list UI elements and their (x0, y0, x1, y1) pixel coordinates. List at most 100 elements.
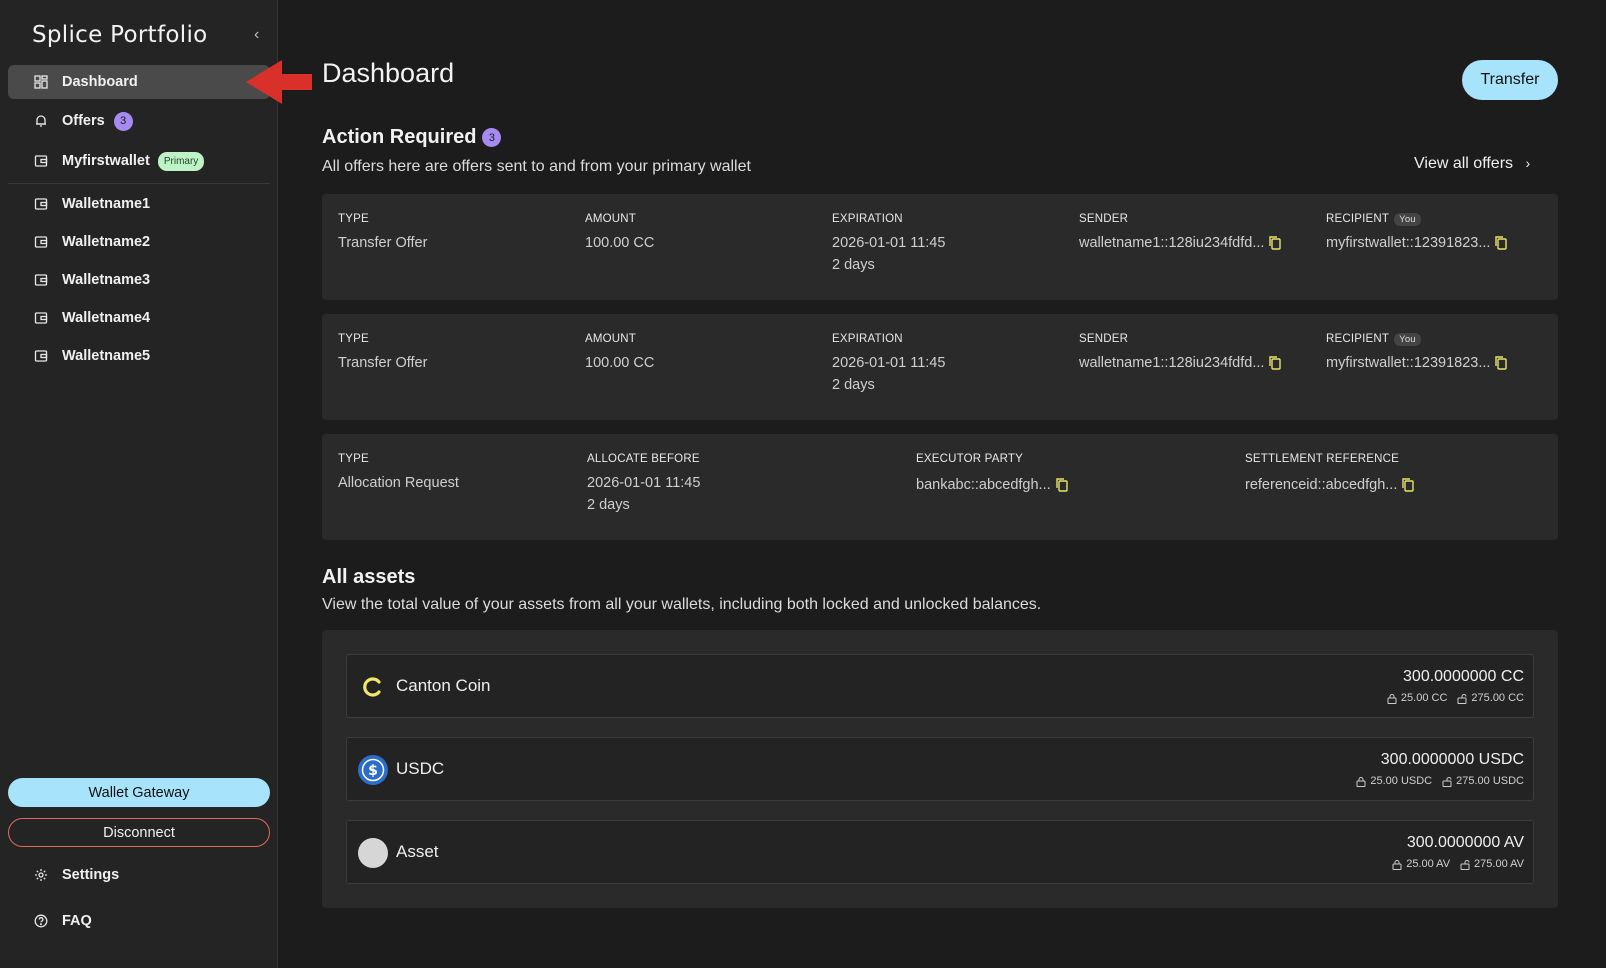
sidebar-item-walletname5[interactable]: Walletname5 (8, 339, 270, 373)
offer-card[interactable]: TYPE Transfer Offer AMOUNT 100.00 CC EXP… (322, 194, 1558, 300)
action-required-title: Action Required (322, 126, 477, 148)
sidebar-item-label: Settings (62, 867, 120, 883)
copy-icon[interactable] (1268, 235, 1282, 251)
allocation-type: TYPE Allocation Request (338, 453, 459, 491)
svg-text:$: $ (368, 763, 378, 779)
action-required-subtitle: All offers here are offers sent to and f… (322, 158, 751, 175)
sidebar-item-myfirstwallet[interactable]: Myfirstwallet Primary (8, 144, 270, 178)
offer-expiration: EXPIRATION 2026-01-01 11:45 2 days (832, 213, 946, 273)
chevron-right-icon: › (1525, 155, 1531, 171)
sidebar-item-label: Myfirstwallet (62, 153, 150, 169)
asset-row-usdc[interactable]: $ USDC 300.0000000 USDC 25.00 USDC 275.0… (346, 737, 1534, 801)
locked-amount: 25.00 CC (1400, 692, 1448, 704)
settlement-address: referenceid::abcedfgh... (1245, 477, 1398, 493)
sidebar-item-walletname3[interactable]: Walletname3 (8, 263, 270, 297)
sidebar-item-label: Walletname2 (62, 234, 151, 250)
offer-recipient: RECIPIENT You myfirstwallet::12391823... (1326, 212, 1508, 254)
copy-icon[interactable] (1268, 355, 1282, 371)
offer-sender: SENDER walletname1::128iu234fdfd... (1079, 332, 1282, 374)
unlocked-amount: 275.00 AV (1474, 858, 1524, 870)
sidebar-item-walletname1[interactable]: Walletname1 (8, 187, 270, 221)
wallet-icon (34, 349, 48, 363)
asset-breakdown: 25.00 CC 275.00 CC (1387, 692, 1524, 704)
allocation-request-card[interactable]: TYPE Allocation Request ALLOCATE BEFORE … (322, 434, 1558, 540)
asset-row-canton-coin[interactable]: Canton Coin 300.0000000 CC 25.00 CC 275.… (346, 654, 1534, 718)
sidebar-item-label: FAQ (62, 913, 92, 929)
locked-amount: 25.00 AV (1406, 858, 1451, 870)
asset-name: Asset (396, 842, 439, 861)
sidebar-item-label: Dashboard (62, 74, 138, 90)
sidebar-item-settings[interactable]: Settings (8, 858, 270, 892)
asset-name: Canton Coin (396, 676, 491, 695)
copy-icon[interactable] (1494, 235, 1508, 251)
wallet-icon (34, 235, 48, 249)
offer-sender: SENDER walletname1::128iu234fdfd... (1079, 212, 1282, 254)
copy-icon[interactable] (1401, 477, 1415, 493)
wallet-icon (34, 197, 48, 211)
asset-breakdown: 25.00 USDC 275.00 USDC (1356, 775, 1524, 787)
wallet-icon (34, 311, 48, 325)
collapse-sidebar-icon[interactable]: ‹ (254, 26, 259, 44)
asset-row-asset[interactable]: Asset 300.0000000 AV 25.00 AV 275.00 AV (346, 820, 1534, 884)
sidebar-divider (8, 183, 270, 184)
offer-card[interactable]: TYPE Transfer Offer AMOUNT 100.00 CC EXP… (322, 314, 1558, 420)
executor-party: EXECUTOR PARTY bankabc::abcedfgh... (916, 452, 1069, 496)
sidebar-item-label: Walletname4 (62, 310, 151, 326)
sidebar-item-label: Walletname5 (62, 348, 151, 364)
action-required-count-badge: 3 (482, 128, 502, 147)
sidebar-item-faq[interactable]: FAQ (8, 904, 270, 938)
allocate-before: ALLOCATE BEFORE 2026-01-01 11:45 2 days (587, 453, 701, 513)
executor-address: bankabc::abcedfgh... (916, 477, 1051, 493)
unlocked-amount: 275.00 CC (1471, 692, 1524, 704)
asset-total: 300.0000000 CC (1403, 668, 1524, 685)
copy-icon[interactable] (1055, 477, 1069, 493)
wallet-gateway-button[interactable]: Wallet Gateway (8, 778, 270, 807)
gear-icon (34, 868, 48, 882)
unlock-icon (1460, 859, 1470, 870)
unlock-icon (1442, 776, 1452, 787)
view-all-offers-label: View all offers (1414, 155, 1514, 172)
sidebar-item-label: Walletname3 (62, 272, 151, 288)
annotation-arrow-icon (246, 60, 312, 104)
disconnect-button[interactable]: Disconnect (8, 818, 270, 847)
you-badge: You (1394, 212, 1421, 226)
sender-address: walletname1::128iu234fdfd... (1079, 235, 1265, 251)
offers-count-badge: 3 (113, 111, 133, 131)
offer-expiration: EXPIRATION 2026-01-01 11:45 2 days (832, 333, 946, 393)
locked-amount: 25.00 USDC (1370, 775, 1433, 787)
asset-total: 300.0000000 AV (1406, 834, 1524, 851)
sender-address: walletname1::128iu234fdfd... (1079, 355, 1265, 371)
sidebar-item-label: Offers (62, 113, 105, 129)
recipient-address: myfirstwallet::12391823... (1326, 235, 1491, 251)
settlement-reference: SETTLEMENT REFERENCE referenceid::abcedf… (1245, 452, 1415, 496)
sidebar-item-dashboard[interactable]: Dashboard (8, 65, 270, 99)
sidebar-item-walletname4[interactable]: Walletname4 (8, 301, 270, 335)
lock-icon (1387, 693, 1397, 704)
offer-type: TYPE Transfer Offer (338, 333, 428, 371)
offer-recipient: RECIPIENT You myfirstwallet::12391823... (1326, 332, 1508, 374)
bell-icon (34, 114, 48, 128)
lock-icon (1392, 859, 1402, 870)
generic-asset-icon (358, 838, 388, 868)
transfer-button[interactable]: Transfer (1462, 60, 1558, 100)
copy-icon[interactable] (1494, 355, 1508, 371)
grid-icon (34, 75, 48, 89)
sidebar-item-offers[interactable]: Offers 3 (8, 104, 270, 138)
all-assets-subtitle: View the total value of your assets from… (322, 596, 1042, 613)
all-assets-title: All assets (322, 566, 416, 588)
asset-total: 300.0000000 USDC (1380, 751, 1524, 768)
lock-icon (1356, 776, 1366, 787)
usdc-icon: $ (358, 755, 388, 785)
assets-panel: Canton Coin 300.0000000 CC 25.00 CC 275.… (322, 630, 1558, 908)
unlock-icon (1457, 693, 1467, 704)
you-badge: You (1394, 332, 1421, 346)
sidebar-item-label: Walletname1 (62, 196, 151, 212)
sidebar: Splice Portfolio ‹ Dashboard Offers 3 My… (0, 0, 278, 968)
sidebar-item-walletname2[interactable]: Walletname2 (8, 225, 270, 259)
asset-name: USDC (396, 759, 445, 778)
wallet-icon (34, 273, 48, 287)
view-all-offers-link[interactable]: View all offers › (1414, 155, 1530, 173)
offer-type: TYPE Transfer Offer (338, 213, 428, 251)
brand-logo: Splice Portfolio (32, 22, 208, 48)
help-circle-icon (34, 914, 48, 928)
